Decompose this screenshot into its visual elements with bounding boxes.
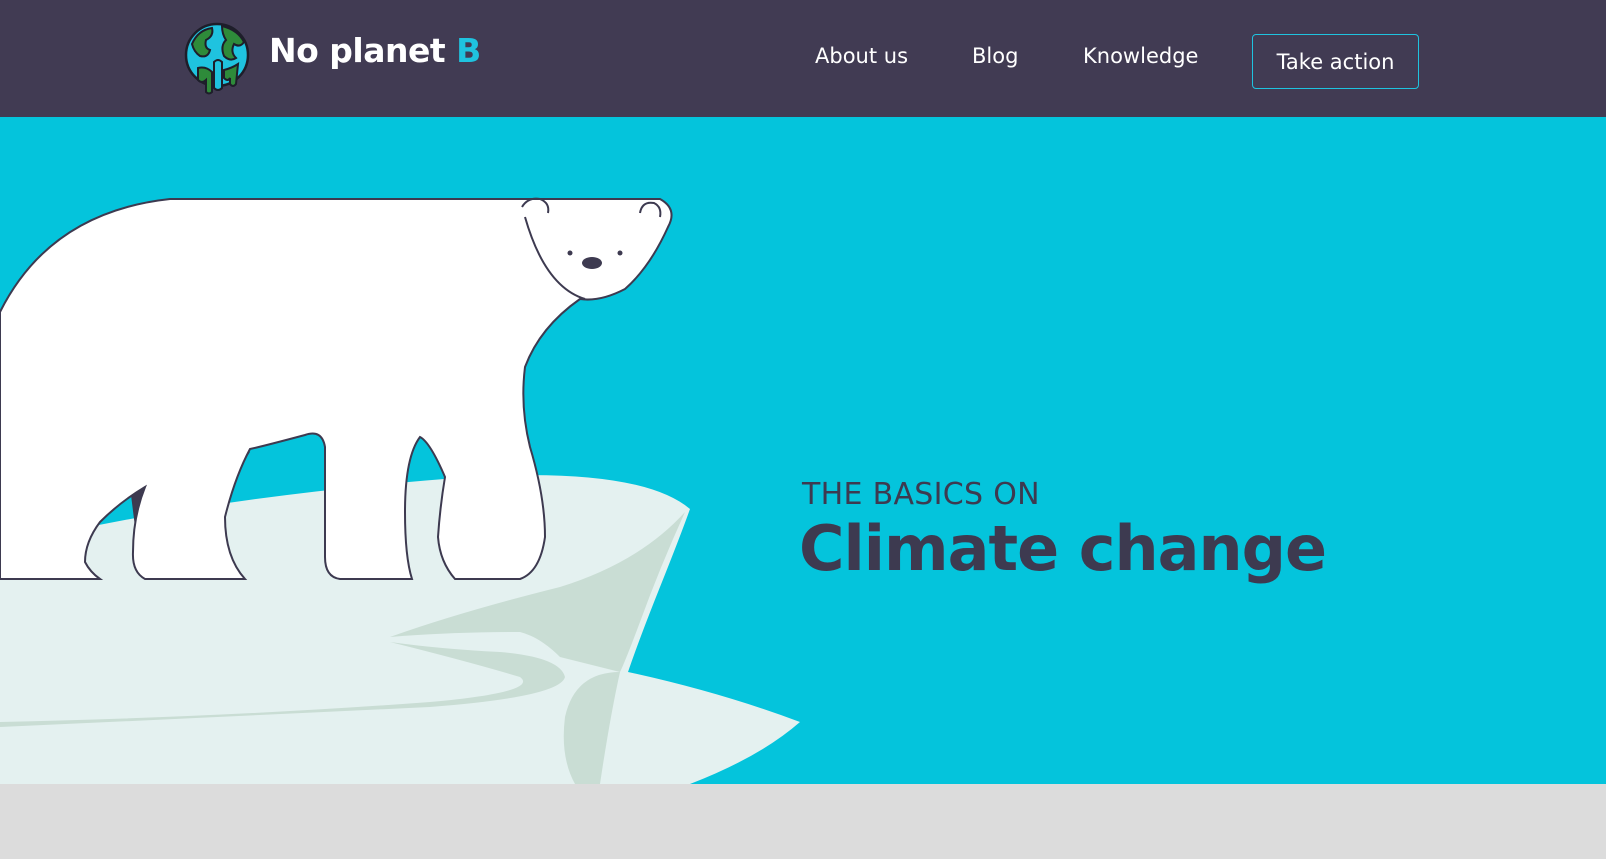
take-action-button[interactable]: Take action	[1252, 34, 1419, 89]
nav-blog[interactable]: Blog	[972, 44, 1018, 68]
hero-section: THE BASICS ON Climate change	[0, 117, 1606, 784]
nav-knowledge[interactable]: Knowledge	[1083, 44, 1198, 68]
site-header: No planet B About us Blog Knowledge Take…	[0, 0, 1606, 117]
brand-name-accent: B	[456, 31, 481, 70]
page-below-hero	[0, 784, 1606, 859]
melting-globe-icon[interactable]	[184, 22, 250, 96]
nav-about-us[interactable]: About us	[815, 44, 908, 68]
hero-kicker: THE BASICS ON	[802, 477, 1040, 512]
brand-name[interactable]: No planet B	[269, 31, 481, 70]
hero-headline: Climate change	[799, 512, 1327, 585]
brand-name-text: No planet	[269, 31, 457, 70]
polar-bear-illustration	[0, 197, 800, 784]
